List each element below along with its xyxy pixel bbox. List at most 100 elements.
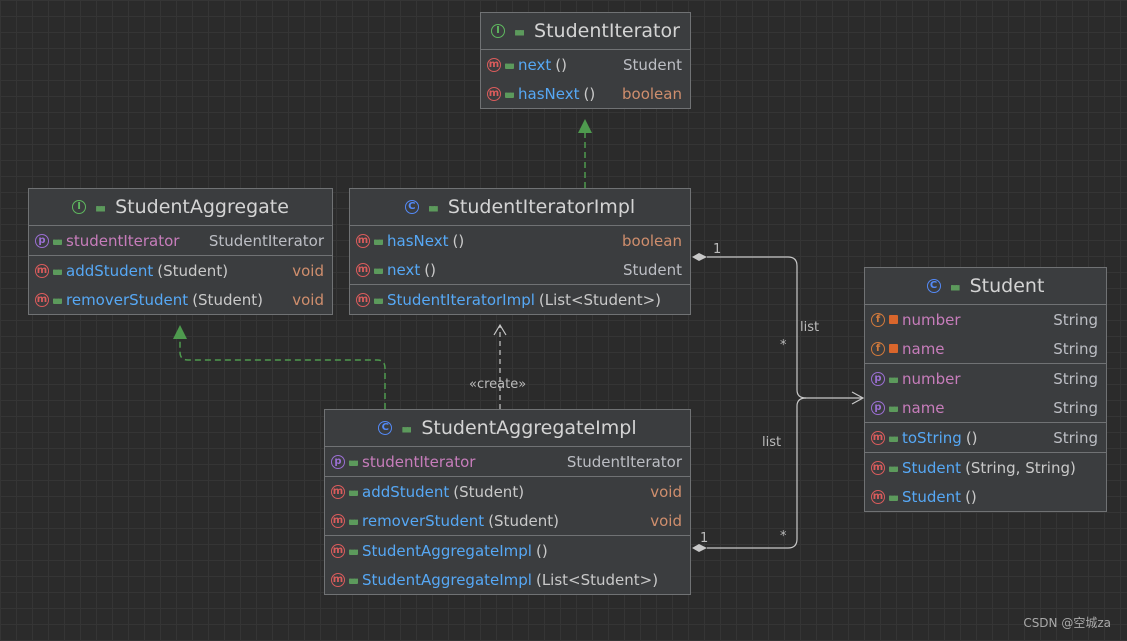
interface-icon: I	[72, 200, 87, 214]
member-section: m StudentAggregateImpl() m StudentAggregate…	[325, 536, 690, 594]
method-row[interactable]: m Student()	[865, 482, 1106, 511]
member-section: m StudentIteratorImpl (List<Student>)	[350, 285, 690, 314]
list-label-bottom: list	[762, 435, 782, 450]
method-icon: m	[871, 430, 885, 445]
class-student-iterator-impl[interactable]: C StudentIteratorImpl m hasNext() boolean m ne…	[349, 188, 691, 315]
member-name: removerStudent	[66, 290, 189, 309]
public-visibility-icon	[349, 549, 358, 555]
method-row[interactable]: m removerStudent (Student) void	[325, 506, 690, 535]
method-row[interactable]: m StudentIteratorImpl (List<Student>)	[350, 285, 690, 314]
public-visibility-icon	[53, 269, 62, 275]
method-row[interactable]: m StudentAggregateImpl()	[325, 536, 690, 565]
member-section: p studentIterator StudentIterator	[29, 226, 332, 256]
member-params: ()	[424, 260, 436, 279]
class-header: C StudentIteratorImpl	[350, 189, 690, 226]
member-section: m next() Student m hasNext() boolean	[481, 50, 690, 108]
method-icon: m	[487, 57, 501, 72]
public-visibility-icon	[889, 377, 898, 383]
member-section: p studentIterator StudentIterator	[325, 447, 690, 477]
member-name: studentIterator	[66, 231, 180, 250]
member-type: boolean	[622, 84, 682, 103]
method-row[interactable]: m next() Student	[481, 50, 690, 79]
method-row[interactable]: m toString() String	[865, 423, 1106, 452]
class-student[interactable]: C Student f number String f name String p number S…	[864, 267, 1107, 512]
multiplicity-many-top: *	[780, 338, 787, 353]
member-type: String	[1053, 369, 1098, 388]
member-type: String	[1053, 428, 1098, 447]
aggregation-diamond-iterator-impl	[692, 253, 707, 261]
method-row[interactable]: m addStudent (Student) void	[29, 256, 332, 285]
member-name: studentIterator	[362, 452, 476, 471]
property-icon: p	[331, 454, 345, 469]
method-icon: m	[35, 292, 49, 307]
method-icon: m	[356, 262, 370, 277]
method-row[interactable]: m next() Student	[350, 255, 690, 284]
member-name: removerStudent	[362, 511, 485, 530]
method-icon: m	[356, 292, 370, 307]
method-row[interactable]: m hasNext() boolean	[350, 226, 690, 255]
field-row[interactable]: p studentIterator StudentIterator	[325, 447, 690, 476]
member-type: String	[1053, 398, 1098, 417]
field-row[interactable]: p name String	[865, 393, 1106, 422]
field-row[interactable]: p studentIterator StudentIterator	[29, 226, 332, 255]
public-visibility-icon	[53, 298, 62, 304]
member-type: boolean	[622, 231, 682, 250]
public-visibility-icon	[349, 490, 358, 496]
member-section: p number String p name String	[865, 364, 1106, 423]
method-icon: m	[331, 484, 345, 499]
member-type: String	[1053, 339, 1098, 358]
field-row[interactable]: f name String	[865, 334, 1106, 363]
private-visibility-icon	[889, 315, 898, 324]
class-student-iterator[interactable]: I StudentIterator m next() Student m hasNext()…	[480, 12, 691, 109]
method-icon: m	[871, 460, 885, 475]
method-row[interactable]: m Student (String, String)	[865, 453, 1106, 482]
public-visibility-icon	[505, 63, 514, 69]
method-row[interactable]: m removerStudent (Student) void	[29, 285, 332, 314]
method-row[interactable]: m addStudent (Student) void	[325, 477, 690, 506]
member-type: Student	[622, 55, 682, 74]
member-name: Student	[902, 487, 962, 506]
public-visibility-icon	[889, 466, 898, 472]
member-type: void	[292, 261, 324, 280]
class-student-aggregate-impl[interactable]: C StudentAggregateImpl p studentIterator Stu…	[324, 409, 691, 595]
method-row[interactable]: m StudentAggregateImpl (List<Student>)	[325, 565, 690, 594]
public-visibility-icon	[428, 206, 438, 212]
method-icon: m	[331, 543, 345, 558]
member-name: hasNext	[387, 231, 449, 250]
member-name: StudentAggregateImpl	[362, 541, 532, 560]
member-params: (Student)	[192, 290, 263, 309]
field-row[interactable]: f number String	[865, 305, 1106, 334]
public-visibility-icon	[950, 285, 960, 291]
field-icon: f	[871, 341, 885, 356]
property-icon: p	[35, 233, 49, 248]
method-row[interactable]: m hasNext() boolean	[481, 79, 690, 108]
public-visibility-icon	[349, 519, 358, 525]
member-type: String	[1053, 310, 1098, 329]
member-section: m hasNext() boolean m next() Student	[350, 226, 690, 285]
public-visibility-icon	[505, 92, 514, 98]
class-header: C StudentAggregateImpl	[325, 410, 690, 447]
class-student-aggregate[interactable]: I StudentAggregate p studentIterator Student…	[28, 188, 333, 315]
member-params: ()	[555, 55, 567, 74]
property-icon: p	[871, 400, 885, 415]
member-name: number	[902, 310, 961, 329]
member-type: void	[650, 482, 682, 501]
public-visibility-icon	[402, 427, 412, 433]
class-icon: C	[378, 421, 393, 435]
member-name: name	[902, 339, 945, 358]
member-section: f number String f name String	[865, 305, 1106, 364]
public-visibility-icon	[374, 298, 383, 304]
property-icon: p	[871, 371, 885, 386]
class-icon: C	[404, 200, 419, 214]
public-visibility-icon	[96, 206, 106, 212]
member-params: (Student)	[453, 482, 525, 501]
field-row[interactable]: p number String	[865, 364, 1106, 393]
watermark: CSDN @空城za	[1023, 616, 1111, 630]
realization-arrowhead-aggregate	[173, 325, 187, 339]
realization-edge-aggregate	[179, 337, 386, 409]
member-type: StudentIterator	[208, 231, 324, 250]
member-section: m addStudent (Student) void m removerStudent(…	[29, 256, 332, 314]
member-params: ()	[535, 541, 548, 560]
list-label-top: list	[800, 320, 820, 335]
member-name: number	[902, 369, 961, 388]
